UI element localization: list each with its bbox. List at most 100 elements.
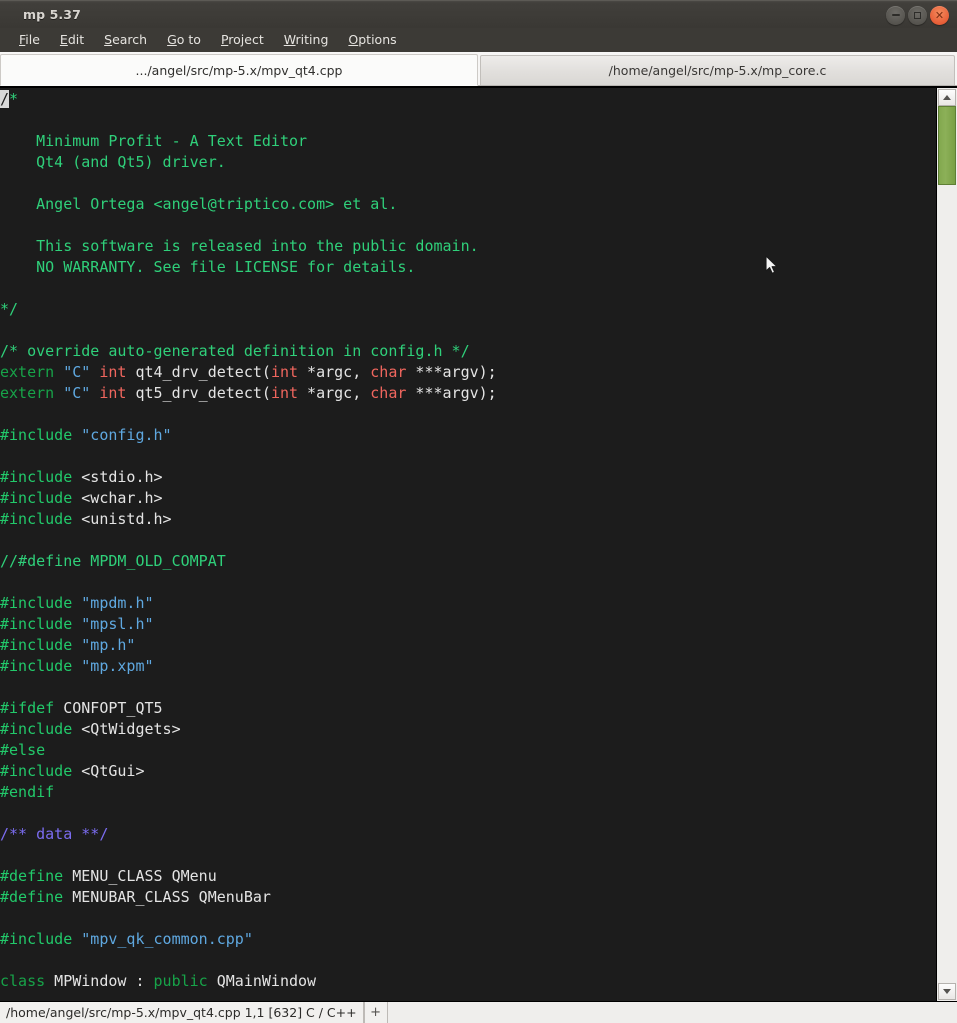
code-token: "mp.h" (81, 636, 136, 654)
code-token: char (370, 363, 407, 381)
code-token: #include (0, 762, 73, 780)
code-line: NO WARRANTY. See file LICENSE for detail… (0, 257, 936, 278)
menu-item-options[interactable]: Options (338, 28, 406, 52)
code-line: Minimum Profit - A Text Editor (0, 131, 936, 152)
code-line: #include <unistd.h> (0, 509, 936, 530)
minimize-button[interactable] (886, 5, 905, 25)
code-token: Angel Ortega <angel@triptico.com> et al. (0, 195, 398, 213)
code-token: public (153, 972, 208, 990)
code-token: #include (0, 510, 73, 528)
code-token: <QtGui> (72, 762, 145, 780)
code-line: #endif (0, 782, 936, 803)
maximize-icon (908, 6, 927, 25)
text-cursor: / (0, 90, 10, 108)
code-token: MENU_CLASS QMenu (63, 867, 217, 885)
scrollbar-thumb[interactable] (938, 106, 956, 185)
code-token: <QtWidgets> (72, 720, 181, 738)
menu-item-search[interactable]: Search (94, 28, 157, 52)
menu-item-file[interactable]: File (9, 28, 50, 52)
close-button[interactable]: ✕ (930, 5, 949, 25)
tab-mpv-qt4-cpp[interactable]: .../angel/src/mp-5.x/mpv_qt4.cpp (0, 54, 478, 86)
code-token: This software is released into the publi… (0, 237, 479, 255)
menu-item-writing[interactable]: Writing (274, 28, 339, 52)
code-token: MPWindow : (45, 972, 154, 990)
code-line: */ (0, 299, 936, 320)
status-text: /home/angel/src/mp-5.x/mpv_qt4.cpp 1,1 [… (0, 1002, 364, 1023)
code-token: ***argv); (406, 363, 497, 381)
vertical-scrollbar[interactable] (936, 88, 957, 1001)
code-token: <unistd.h> (72, 510, 172, 528)
code-token: #include (0, 636, 73, 654)
code-token: #define (0, 888, 64, 906)
code-token: #include (0, 426, 73, 444)
code-token: "C" (63, 363, 91, 381)
editor-area: /* Minimum Profit - A Text Editor Qt4 (a… (0, 86, 957, 1001)
code-token: #include (0, 930, 73, 948)
code-token: int (99, 384, 127, 402)
code-token: NO WARRANTY. See file LICENSE for detail… (0, 258, 416, 276)
code-token: #include (0, 720, 73, 738)
menu-item-edit[interactable]: Edit (50, 28, 94, 52)
code-token: * (9, 90, 19, 108)
status-filler (387, 1002, 957, 1023)
window-controls: ✕ (886, 1, 949, 29)
scrollbar-track[interactable] (938, 106, 956, 983)
minimize-icon (886, 6, 905, 25)
code-token: #include (0, 615, 73, 633)
code-line: class MPWindow : public QMainWindow (0, 971, 936, 992)
status-bar: /home/angel/src/mp-5.x/mpv_qt4.cpp 1,1 [… (0, 1001, 957, 1023)
tab-bar: .../angel/src/mp-5.x/mpv_qt4.cpp /home/a… (0, 52, 957, 86)
menu-item-go-to[interactable]: Go to (157, 28, 211, 52)
code-line: /* override auto-generated definition in… (0, 341, 936, 362)
code-token: "mpv_qk_common.cpp" (81, 930, 253, 948)
code-token: MENUBAR_CLASS QMenuBar (63, 888, 271, 906)
code-token: "mp.xpm" (81, 657, 154, 675)
menu-item-project[interactable]: Project (211, 28, 274, 52)
code-token: #else (0, 741, 46, 759)
code-token: extern (0, 363, 55, 381)
code-line: #define MENU_CLASS QMenu (0, 866, 936, 887)
scroll-down-button[interactable] (938, 983, 956, 1000)
code-line: extern "C" int qt5_drv_detect(int *argc,… (0, 383, 936, 404)
code-token: <wchar.h> (72, 489, 163, 507)
code-line: #include <QtGui> (0, 761, 936, 782)
status-grip-button[interactable]: + (363, 1002, 388, 1023)
code-token: extern (0, 384, 55, 402)
code-token: char (370, 384, 407, 402)
code-line: #include "mp.xpm" (0, 656, 936, 677)
scroll-up-button[interactable] (938, 89, 956, 106)
code-token: <stdio.h> (72, 468, 163, 486)
code-token: qt5_drv_detect( (126, 384, 271, 402)
code-token: Minimum Profit - A Text Editor (0, 132, 308, 150)
code-token: *argc, (298, 363, 371, 381)
code-line: #include "mpsl.h" (0, 614, 936, 635)
code-line: /** data **/ (0, 824, 936, 845)
code-line: extern "C" int qt4_drv_detect(int *argc,… (0, 362, 936, 383)
code-token: QMainWindow (207, 972, 317, 990)
tab-mp-core-c[interactable]: /home/angel/src/mp-5.x/mp_core.c (480, 55, 955, 85)
code-text-area[interactable]: /* Minimum Profit - A Text Editor Qt4 (a… (0, 88, 936, 1001)
code-line: This software is released into the publi… (0, 236, 936, 257)
maximize-button[interactable] (908, 5, 927, 25)
code-token: int (270, 363, 299, 381)
code-token: "mpsl.h" (81, 615, 154, 633)
